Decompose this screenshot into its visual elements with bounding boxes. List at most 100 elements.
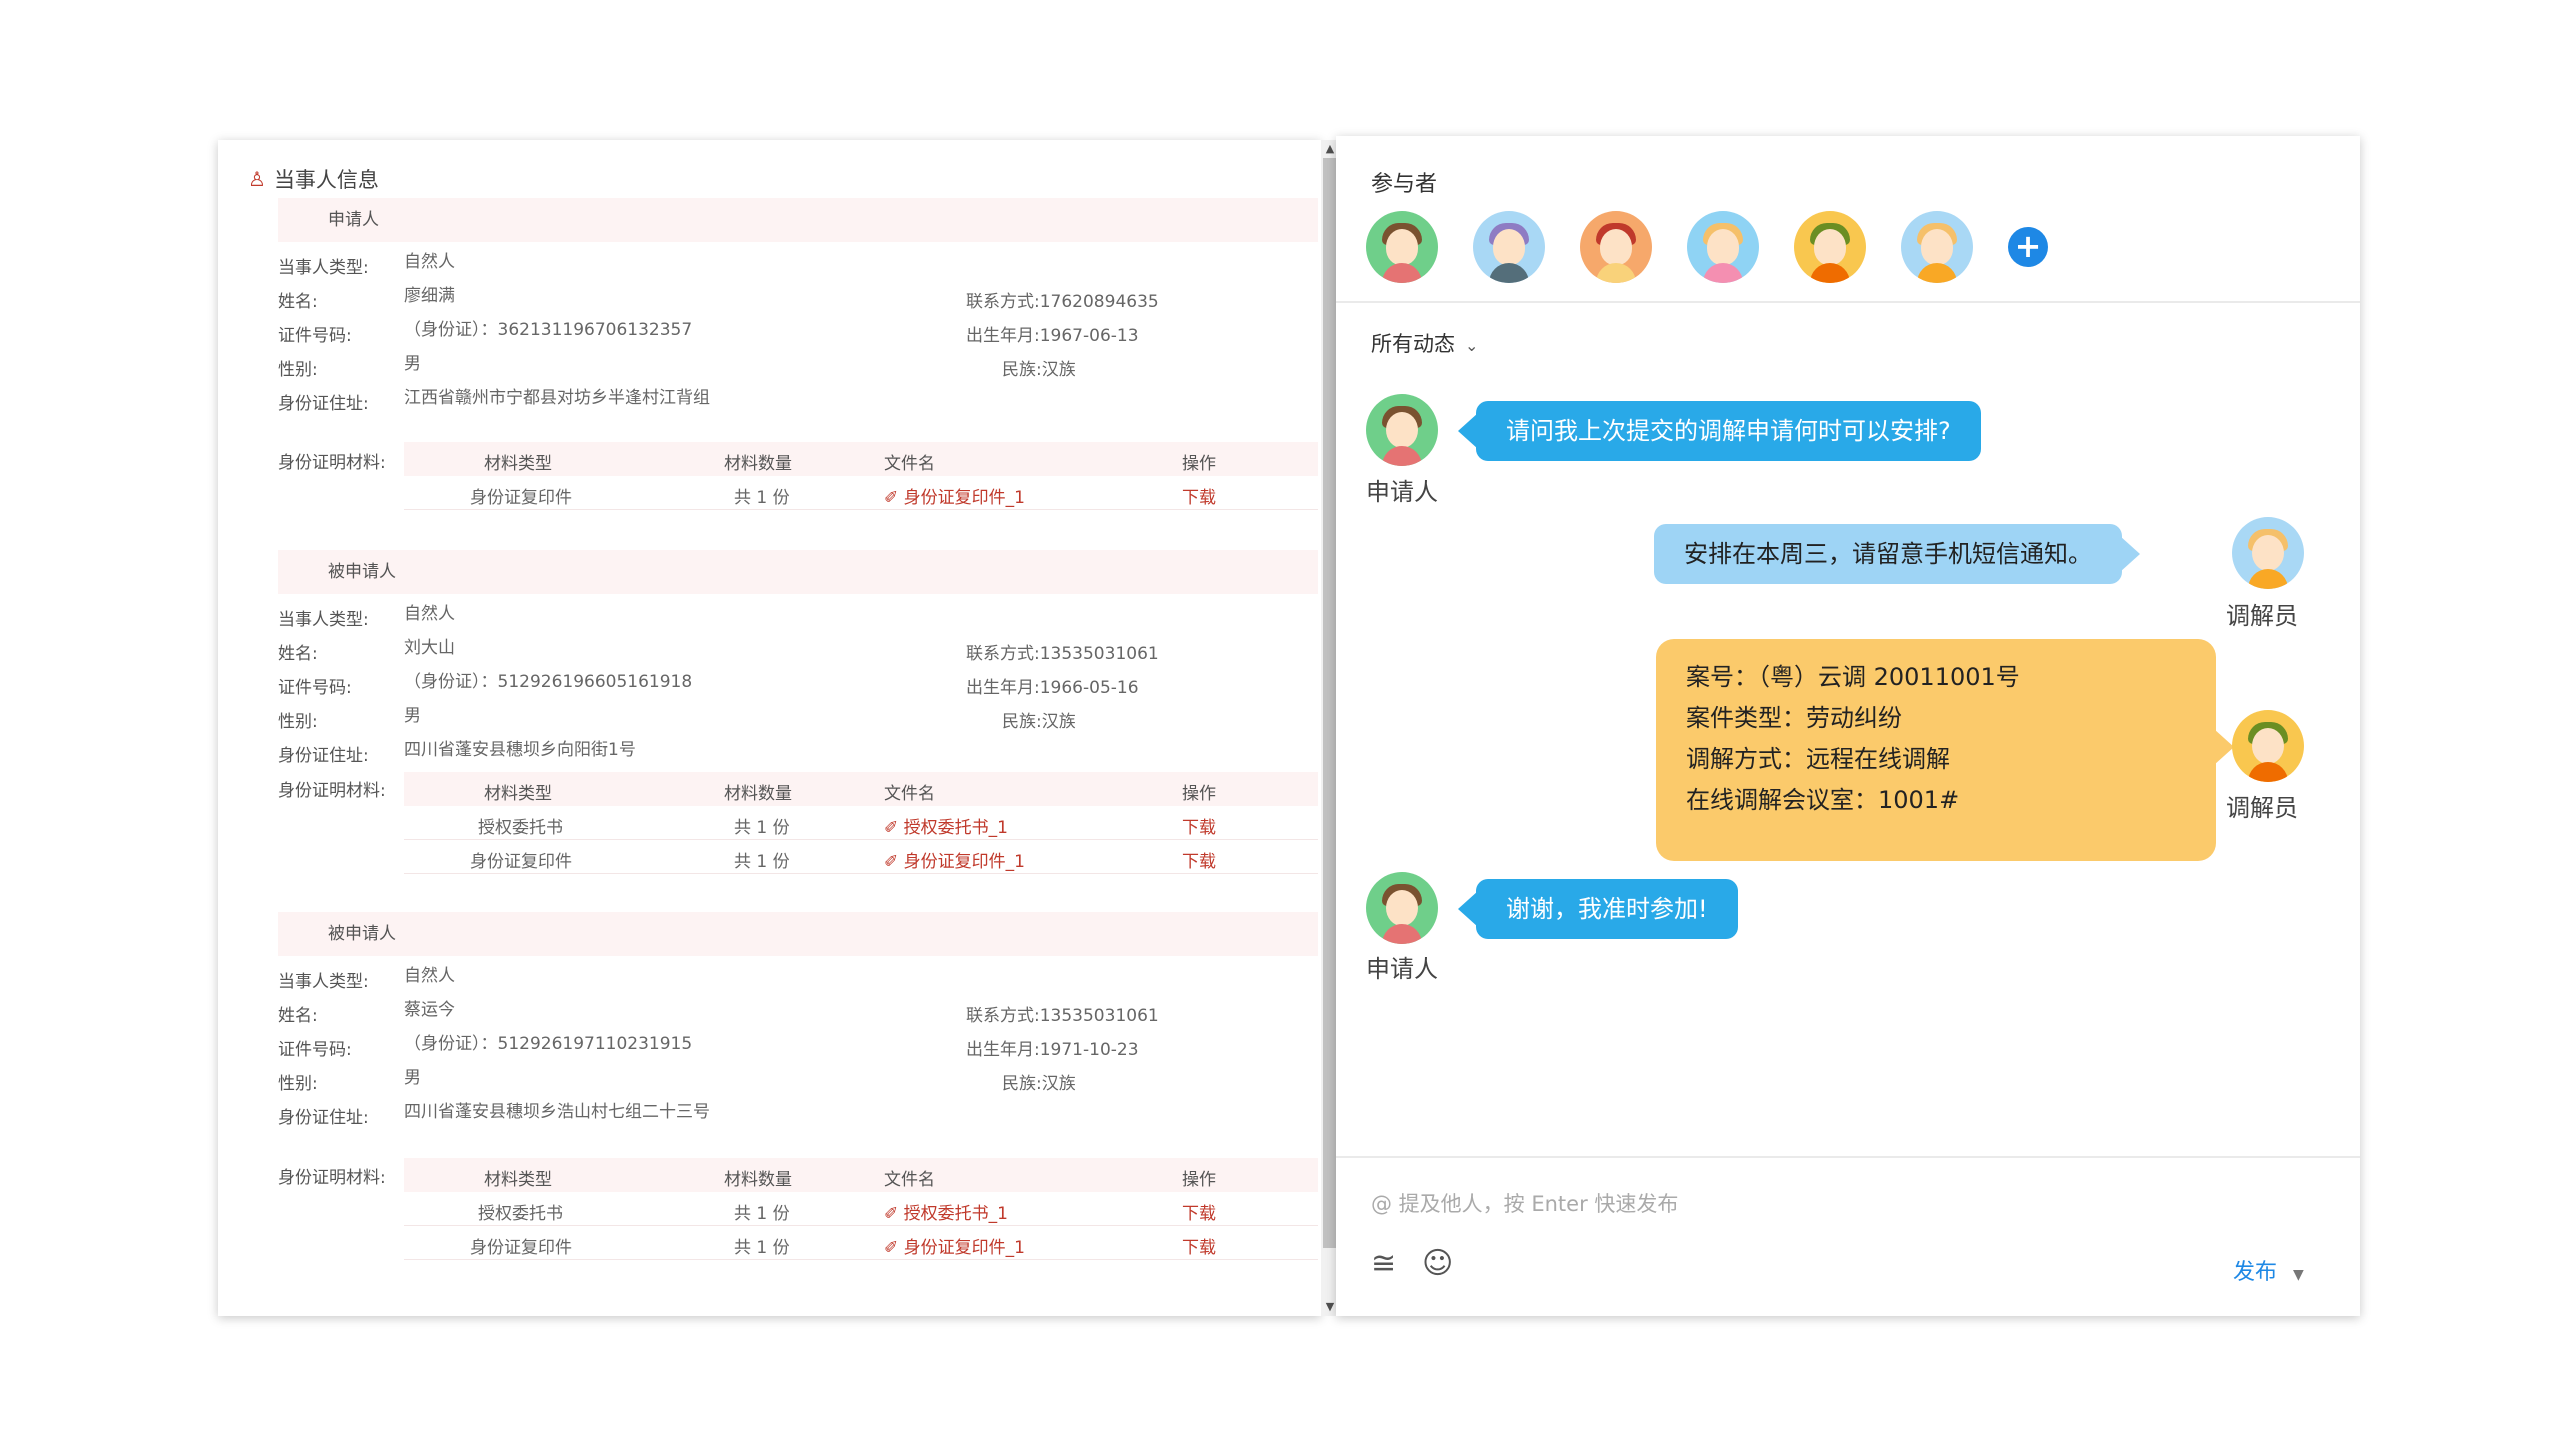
table-row: 身份证复印件 共 1 份 ✐ 身份证复印件_1 下载	[404, 476, 1318, 510]
paperclip-icon: ✐	[884, 1238, 899, 1258]
avatar[interactable]	[1580, 211, 1652, 283]
message-input[interactable]: @ 提及他人，按 Enter 快速发布	[1371, 1188, 1678, 1218]
filter-label: 所有动态	[1371, 332, 1455, 356]
name-value: 刘大山	[404, 638, 455, 658]
chat-panel: 参与者 + 所有动态 ⌄ 申请人 请问我上次提交的调解申请何时可以安排? 安排在…	[1336, 136, 2360, 1316]
divider	[1336, 301, 2360, 303]
download-link[interactable]: 下载	[1182, 1199, 1216, 1224]
material-label: 身份证明材料:	[278, 1168, 386, 1188]
avatar	[1366, 394, 1438, 466]
avatar	[1366, 872, 1438, 944]
table-row: 身份证复印件 共 1 份 ✐ 身份证复印件_1 下载	[404, 1226, 1318, 1260]
birth-value: 出生年月:1967-06-13	[966, 326, 1139, 346]
file-link[interactable]: ✐ 授权委托书_1	[884, 1199, 1008, 1224]
download-link[interactable]: 下载	[1182, 847, 1216, 872]
party-info-panel: ♙ 当事人信息 申请人 当事人类型: 自然人 姓名: 廖细满 联系方式:1762…	[218, 140, 1321, 1316]
name-label: 姓名:	[278, 1006, 318, 1026]
id-label: 证件号码:	[278, 1040, 352, 1060]
address-label: 身份证住址:	[278, 1108, 369, 1128]
col-count: 材料数量	[724, 1170, 792, 1190]
material-count: 共 1 份	[734, 488, 790, 508]
col-op: 操作	[1182, 784, 1216, 804]
material-label: 身份证明材料:	[278, 781, 386, 801]
message-bubble: 谢谢，我准时参加!	[1458, 879, 1738, 939]
material-count: 共 1 份	[734, 1238, 790, 1258]
avatar[interactable]	[1473, 211, 1545, 283]
col-count: 材料数量	[724, 454, 792, 474]
name-value: 廖细满	[404, 286, 455, 306]
sender-label: 申请人	[1366, 955, 1438, 983]
sender-label: 申请人	[1366, 478, 1438, 506]
case-number: 案号：（粤）云调 20011001号	[1686, 663, 2020, 691]
case-type: 案件类型：劳动纠纷	[1686, 704, 1902, 732]
gender-label: 性别:	[278, 712, 318, 732]
avatar	[2232, 517, 2304, 589]
table-row: 身份证复印件 共 1 份 ✐ 身份证复印件_1 下载	[404, 840, 1318, 874]
material-table-header: 材料类型 材料数量 文件名 操作	[404, 772, 1318, 806]
address-value: 四川省蓬安县穗坝乡浩山村七组二十三号	[404, 1102, 710, 1122]
download-link[interactable]: 下载	[1182, 813, 1216, 838]
smile-icon[interactable]: ☺	[1422, 1246, 1453, 1281]
avatar[interactable]	[1901, 211, 1973, 283]
col-file: 文件名	[884, 1170, 935, 1190]
id-value: （身份证）：512926197110231915	[404, 1034, 693, 1054]
material-count: 共 1 份	[734, 1204, 790, 1224]
file-name: 身份证复印件_1	[903, 852, 1025, 872]
file-name: 授权委托书_1	[903, 818, 1008, 838]
table-row: 授权委托书 共 1 份 ✐ 授权委托书_1 下载	[404, 806, 1318, 840]
gender-value: 男	[404, 1068, 421, 1088]
contact-value: 联系方式:17620894635	[966, 292, 1159, 312]
download-link[interactable]: 下载	[1182, 483, 1216, 508]
paperclip-icon[interactable]: ≅	[1371, 1246, 1396, 1281]
message-bubble: 安排在本周三，请留意手机短信通知。	[1654, 524, 2140, 584]
file-link[interactable]: ✐ 授权委托书_1	[884, 813, 1008, 838]
type-label: 当事人类型:	[278, 972, 369, 992]
publish-button[interactable]: 发布 ▼	[2233, 1254, 2304, 1286]
name-label: 姓名:	[278, 292, 318, 312]
gender-value: 男	[404, 354, 421, 374]
users-icon: ♙	[248, 167, 266, 191]
file-link[interactable]: ✐ 身份证复印件_1	[884, 847, 1025, 872]
address-label: 身份证住址:	[278, 394, 369, 414]
panel-title-text: 当事人信息	[273, 168, 379, 192]
material-type: 身份证复印件	[470, 1238, 572, 1258]
table-row: 授权委托书 共 1 份 ✐ 授权委托书_1 下载	[404, 1192, 1318, 1226]
paperclip-icon: ✐	[884, 852, 899, 872]
type-label: 当事人类型:	[278, 258, 369, 278]
avatar[interactable]	[1794, 211, 1866, 283]
participants-list: +	[1366, 211, 2048, 283]
participants-title: 参与者	[1371, 172, 1438, 197]
publish-label: 发布	[2233, 1260, 2278, 1285]
col-file: 文件名	[884, 454, 935, 474]
file-link[interactable]: ✐ 身份证复印件_1	[884, 1233, 1025, 1258]
col-op: 操作	[1182, 1170, 1216, 1190]
plus-icon[interactable]: +	[2008, 227, 2048, 267]
material-table-header: 材料类型 材料数量 文件名 操作	[404, 442, 1318, 476]
file-link[interactable]: ✐ 身份证复印件_1	[884, 483, 1025, 508]
id-value: （身份证）：512926196605161918	[404, 672, 693, 692]
gender-value: 男	[404, 706, 421, 726]
material-type: 授权委托书	[478, 818, 563, 838]
meeting-room: 在线调解会议室：1001#	[1686, 786, 1960, 814]
avatar	[2232, 710, 2304, 782]
paperclip-icon: ✐	[884, 1204, 899, 1224]
activity-filter[interactable]: 所有动态 ⌄	[1371, 328, 1478, 358]
case-info-card: 案号：（粤）云调 20011001号 案件类型：劳动纠纷 调解方式：远程在线调解…	[1656, 639, 2234, 861]
scrollbar-thumb[interactable]	[1323, 158, 1337, 1248]
caret-down-icon[interactable]: ▼	[2293, 1267, 2304, 1283]
birth-value: 出生年月:1966-05-16	[966, 678, 1139, 698]
address-label: 身份证住址:	[278, 746, 369, 766]
party-header-respondent: 被申请人	[278, 550, 1318, 594]
birth-value: 出生年月:1971-10-23	[966, 1040, 1139, 1060]
mediation-method: 调解方式：远程在线调解	[1686, 745, 1950, 773]
id-label: 证件号码:	[278, 678, 352, 698]
avatar[interactable]	[1687, 211, 1759, 283]
avatar[interactable]	[1366, 211, 1438, 283]
chevron-down-icon: ⌄	[1465, 336, 1479, 355]
material-type: 身份证复印件	[470, 852, 572, 872]
material-count: 共 1 份	[734, 818, 790, 838]
party-info-content: ♙ 当事人信息 申请人 当事人类型: 自然人 姓名: 廖细满 联系方式:1762…	[218, 140, 1318, 1316]
download-link[interactable]: 下载	[1182, 1233, 1216, 1258]
paperclip-icon: ✐	[884, 488, 899, 508]
material-count: 共 1 份	[734, 852, 790, 872]
